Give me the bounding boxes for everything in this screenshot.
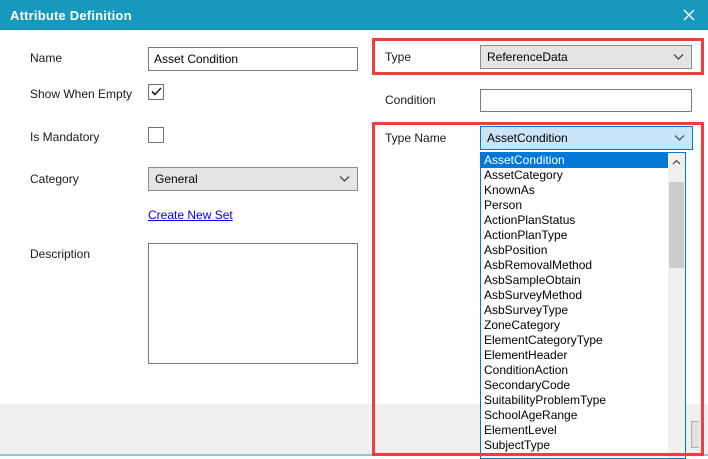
- name-input[interactable]: [148, 47, 358, 71]
- chevron-up-icon: [672, 159, 681, 165]
- list-item[interactable]: AssetCategory: [481, 168, 668, 183]
- list-item[interactable]: ElementHeader: [481, 348, 668, 363]
- name-label: Name: [30, 51, 62, 65]
- close-icon: [683, 9, 695, 21]
- list-item[interactable]: SubjectType: [481, 438, 668, 453]
- category-selected-value: General: [155, 172, 198, 186]
- list-item[interactable]: ZoneCategory: [481, 318, 668, 333]
- list-item[interactable]: AsbPosition: [481, 243, 668, 258]
- list-item[interactable]: SchoolAgeRange: [481, 408, 668, 423]
- chevron-down-icon: [674, 135, 685, 142]
- type-select[interactable]: ReferenceData: [480, 45, 692, 69]
- type-name-label: Type Name: [385, 131, 446, 145]
- type-name-dropdown-items: AssetCondition AssetCategory KnownAs Per…: [481, 153, 668, 458]
- list-item[interactable]: ElementCategoryType: [481, 333, 668, 348]
- dialog-title: Attribute Definition: [0, 8, 132, 23]
- description-textarea[interactable]: [148, 243, 358, 364]
- check-icon: [151, 87, 162, 96]
- list-item[interactable]: ElementLevel: [481, 423, 668, 438]
- list-item[interactable]: AssetCondition: [481, 153, 668, 168]
- list-item[interactable]: Person: [481, 198, 668, 213]
- list-item[interactable]: ActionPlanType: [481, 228, 668, 243]
- type-name-selected-value: AssetCondition: [487, 131, 568, 145]
- create-new-set-link[interactable]: Create New Set: [148, 208, 233, 222]
- show-when-empty-label: Show When Empty: [30, 87, 132, 101]
- list-item[interactable]: KnownAs: [481, 183, 668, 198]
- type-label: Type: [385, 50, 411, 64]
- partially-hidden-footer-button[interactable]: [691, 421, 699, 448]
- show-when-empty-checkbox[interactable]: [148, 84, 164, 100]
- list-item[interactable]: AsbSurveyType: [481, 303, 668, 318]
- type-name-select[interactable]: AssetCondition: [480, 126, 693, 150]
- type-selected-value: ReferenceData: [487, 50, 568, 64]
- title-bar: Attribute Definition: [0, 0, 708, 30]
- attribute-definition-dialog: Attribute Definition Name Show When Empt…: [0, 0, 708, 459]
- description-label: Description: [30, 247, 90, 261]
- list-item[interactable]: AsbRemovalMethod: [481, 258, 668, 273]
- list-item[interactable]: ConditionAction: [481, 363, 668, 378]
- list-item[interactable]: AsbSampleObtain: [481, 273, 668, 288]
- list-item[interactable]: SuitabilityProblemType: [481, 393, 668, 408]
- condition-label: Condition: [385, 93, 436, 107]
- close-button[interactable]: [674, 0, 704, 30]
- chevron-down-icon: [673, 54, 684, 61]
- scroll-up-button[interactable]: [668, 153, 685, 170]
- scrollbar-thumb[interactable]: [669, 182, 684, 268]
- category-select[interactable]: General: [148, 167, 358, 191]
- is-mandatory-checkbox[interactable]: [148, 127, 164, 143]
- type-name-dropdown-list: AssetCondition AssetCategory KnownAs Per…: [480, 152, 686, 459]
- is-mandatory-label: Is Mandatory: [30, 130, 99, 144]
- condition-input[interactable]: [480, 89, 692, 112]
- dropdown-scrollbar[interactable]: [668, 153, 685, 458]
- chevron-down-icon: [339, 176, 350, 183]
- category-label: Category: [30, 172, 79, 186]
- list-item[interactable]: SecondaryCode: [481, 378, 668, 393]
- list-item[interactable]: AsbSurveyMethod: [481, 288, 668, 303]
- list-item[interactable]: ActionPlanStatus: [481, 213, 668, 228]
